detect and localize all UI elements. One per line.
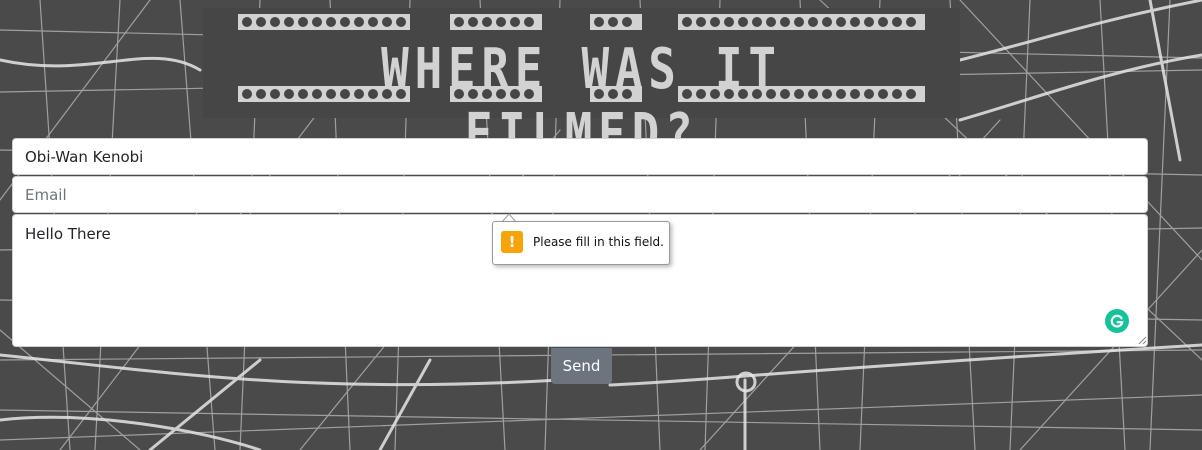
film-hole [622,89,632,99]
film-hole [382,17,392,27]
film-hole [724,89,734,99]
film-hole [794,89,804,99]
validation-message: Please fill in this field. [533,235,664,249]
film-hole [892,89,902,99]
film-hole [326,17,336,27]
film-hole [710,17,720,27]
film-hole [822,89,832,99]
title-banner: WHERE WAS IT FILMED? [203,8,960,167]
film-hole [270,89,280,99]
film-hole [850,89,860,99]
film-hole [298,17,308,27]
warning-icon: ! [501,231,523,253]
film-hole [496,17,506,27]
film-hole [906,89,916,99]
name-field[interactable] [12,138,1148,175]
film-hole [454,89,464,99]
film-hole [836,17,846,27]
film-hole [808,17,818,27]
film-hole [864,89,874,99]
film-hole [510,89,520,99]
film-hole [682,89,692,99]
film-hole [242,17,252,27]
film-hole [396,89,406,99]
film-hole [382,89,392,99]
film-hole [340,17,350,27]
film-hole [368,17,378,27]
film-hole [724,17,734,27]
email-field[interactable] [12,176,1148,213]
film-hole [326,89,336,99]
film-hole [368,89,378,99]
validation-tooltip: ! Please fill in this field. [492,221,670,265]
film-hole [270,17,280,27]
film-hole [892,17,902,27]
film-hole [298,89,308,99]
film-hole [354,89,364,99]
film-hole [752,17,762,27]
film-hole [354,17,364,27]
film-hole [822,17,832,27]
film-hole [766,17,776,27]
grammarly-icon[interactable] [1105,309,1129,333]
film-hole [752,89,762,99]
film-hole [482,17,492,27]
film-strip-bottom [238,86,925,102]
film-hole [284,17,294,27]
film-hole [256,89,266,99]
resize-handle-icon[interactable] [1137,335,1147,345]
film-hole [256,17,266,27]
film-hole [284,89,294,99]
film-hole [396,17,406,27]
film-hole [710,89,720,99]
film-strip-top [238,14,925,30]
film-hole [738,89,748,99]
film-hole [468,89,478,99]
film-hole [496,89,506,99]
film-hole [766,89,776,99]
film-hole [312,89,322,99]
film-hole [594,89,604,99]
film-hole [850,17,860,27]
send-button[interactable]: Send [551,348,612,384]
film-hole [836,89,846,99]
film-hole [242,89,252,99]
film-hole [906,17,916,27]
film-hole [780,17,790,27]
film-hole [468,17,478,27]
film-hole [864,17,874,27]
film-hole [622,17,632,27]
film-hole [878,89,888,99]
film-hole [682,17,692,27]
film-hole [738,17,748,27]
film-hole [482,89,492,99]
film-hole [608,89,618,99]
film-hole [878,17,888,27]
film-hole [340,89,350,99]
film-hole [794,17,804,27]
film-hole [524,17,534,27]
film-hole [510,17,520,27]
film-hole [608,17,618,27]
film-hole [454,17,464,27]
film-hole [594,17,604,27]
film-hole [780,89,790,99]
film-hole [808,89,818,99]
film-hole [696,89,706,99]
film-hole [524,89,534,99]
film-hole [696,17,706,27]
film-hole [312,17,322,27]
